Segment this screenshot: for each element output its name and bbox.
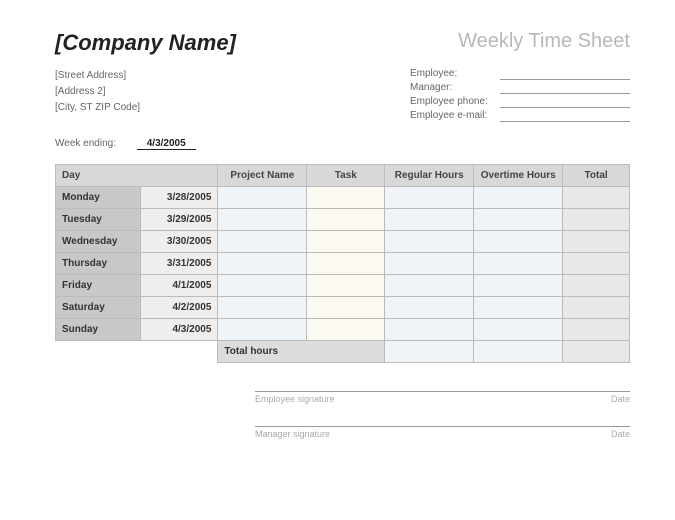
page-title: Weekly Time Sheet: [458, 30, 630, 53]
day-date: 3/28/2005: [140, 187, 218, 209]
total-cell[interactable]: [563, 297, 630, 319]
total-cell[interactable]: [563, 209, 630, 231]
day-name: Thursday: [56, 253, 141, 275]
manager-field[interactable]: [500, 82, 630, 94]
task-cell[interactable]: [307, 319, 385, 341]
project-cell[interactable]: [218, 231, 307, 253]
col-overtime: Overtime Hours: [474, 165, 563, 187]
day-date: 3/31/2005: [140, 253, 218, 275]
day-date: 4/1/2005: [140, 275, 218, 297]
day-date: 3/30/2005: [140, 231, 218, 253]
col-total: Total: [563, 165, 630, 187]
project-cell[interactable]: [218, 209, 307, 231]
task-cell[interactable]: [307, 231, 385, 253]
manager-signature-label: Manager signature: [255, 429, 330, 439]
project-cell[interactable]: [218, 253, 307, 275]
overtime-hours-cell[interactable]: [474, 297, 563, 319]
col-project: Project Name: [218, 165, 307, 187]
day-name: Wednesday: [56, 231, 141, 253]
project-cell[interactable]: [218, 297, 307, 319]
task-cell[interactable]: [307, 187, 385, 209]
total-overtime[interactable]: [474, 341, 563, 363]
address-line1: [Street Address]: [55, 68, 140, 84]
project-cell[interactable]: [218, 187, 307, 209]
employee-label: Employee:: [410, 68, 500, 80]
timesheet-table: Day Project Name Task Regular Hours Over…: [55, 164, 630, 363]
task-cell[interactable]: [307, 297, 385, 319]
project-cell[interactable]: [218, 319, 307, 341]
task-cell[interactable]: [307, 253, 385, 275]
day-name: Sunday: [56, 319, 141, 341]
col-task: Task: [307, 165, 385, 187]
regular-hours-cell[interactable]: [385, 319, 474, 341]
day-date: 4/2/2005: [140, 297, 218, 319]
overtime-hours-cell[interactable]: [474, 319, 563, 341]
task-cell[interactable]: [307, 275, 385, 297]
table-row: Wednesday3/30/2005: [56, 231, 630, 253]
day-name: Monday: [56, 187, 141, 209]
company-name: [Company Name]: [55, 30, 236, 56]
table-row: Monday3/28/2005: [56, 187, 630, 209]
week-ending: Week ending: 4/3/2005: [55, 138, 630, 150]
regular-hours-cell[interactable]: [385, 231, 474, 253]
manager-signature-line[interactable]: Manager signature Date: [255, 426, 630, 439]
address-line3: [City, ST ZIP Code]: [55, 100, 140, 116]
regular-hours-cell[interactable]: [385, 209, 474, 231]
total-cell[interactable]: [563, 187, 630, 209]
overtime-hours-cell[interactable]: [474, 253, 563, 275]
week-ending-label: Week ending:: [55, 138, 116, 149]
overtime-hours-cell[interactable]: [474, 209, 563, 231]
task-cell[interactable]: [307, 209, 385, 231]
total-cell[interactable]: [563, 253, 630, 275]
regular-hours-cell[interactable]: [385, 297, 474, 319]
total-total[interactable]: [563, 341, 630, 363]
total-hours-label: Total hours: [218, 341, 385, 363]
phone-label: Employee phone:: [410, 96, 500, 108]
week-ending-value[interactable]: 4/3/2005: [137, 138, 196, 150]
table-row: Friday4/1/2005: [56, 275, 630, 297]
table-row: Sunday4/3/2005: [56, 319, 630, 341]
phone-field[interactable]: [500, 96, 630, 108]
day-name: Friday: [56, 275, 141, 297]
employee-signature-date-label: Date: [611, 394, 630, 404]
manager-signature-date-label: Date: [611, 429, 630, 439]
email-field[interactable]: [500, 110, 630, 122]
employee-signature-label: Employee signature: [255, 394, 335, 404]
overtime-hours-cell[interactable]: [474, 231, 563, 253]
table-row: Saturday4/2/2005: [56, 297, 630, 319]
table-row: Thursday3/31/2005: [56, 253, 630, 275]
total-cell[interactable]: [563, 231, 630, 253]
manager-label: Manager:: [410, 82, 500, 94]
email-label: Employee e-mail:: [410, 110, 500, 122]
col-day: Day: [56, 165, 218, 187]
regular-hours-cell[interactable]: [385, 275, 474, 297]
overtime-hours-cell[interactable]: [474, 187, 563, 209]
day-name: Tuesday: [56, 209, 141, 231]
employee-info: Employee: Manager: Employee phone: Emplo…: [410, 68, 630, 124]
employee-signature-line[interactable]: Employee signature Date: [255, 391, 630, 404]
day-date: 3/29/2005: [140, 209, 218, 231]
address-line2: [Address 2]: [55, 84, 140, 100]
total-cell[interactable]: [563, 275, 630, 297]
overtime-hours-cell[interactable]: [474, 275, 563, 297]
col-regular: Regular Hours: [385, 165, 474, 187]
address-block: [Street Address] [Address 2] [City, ST Z…: [55, 68, 140, 124]
total-cell[interactable]: [563, 319, 630, 341]
day-date: 4/3/2005: [140, 319, 218, 341]
table-row: Tuesday3/29/2005: [56, 209, 630, 231]
project-cell[interactable]: [218, 275, 307, 297]
regular-hours-cell[interactable]: [385, 187, 474, 209]
employee-field[interactable]: [500, 68, 630, 80]
day-name: Saturday: [56, 297, 141, 319]
total-regular[interactable]: [385, 341, 474, 363]
regular-hours-cell[interactable]: [385, 253, 474, 275]
spacer: [56, 341, 218, 363]
